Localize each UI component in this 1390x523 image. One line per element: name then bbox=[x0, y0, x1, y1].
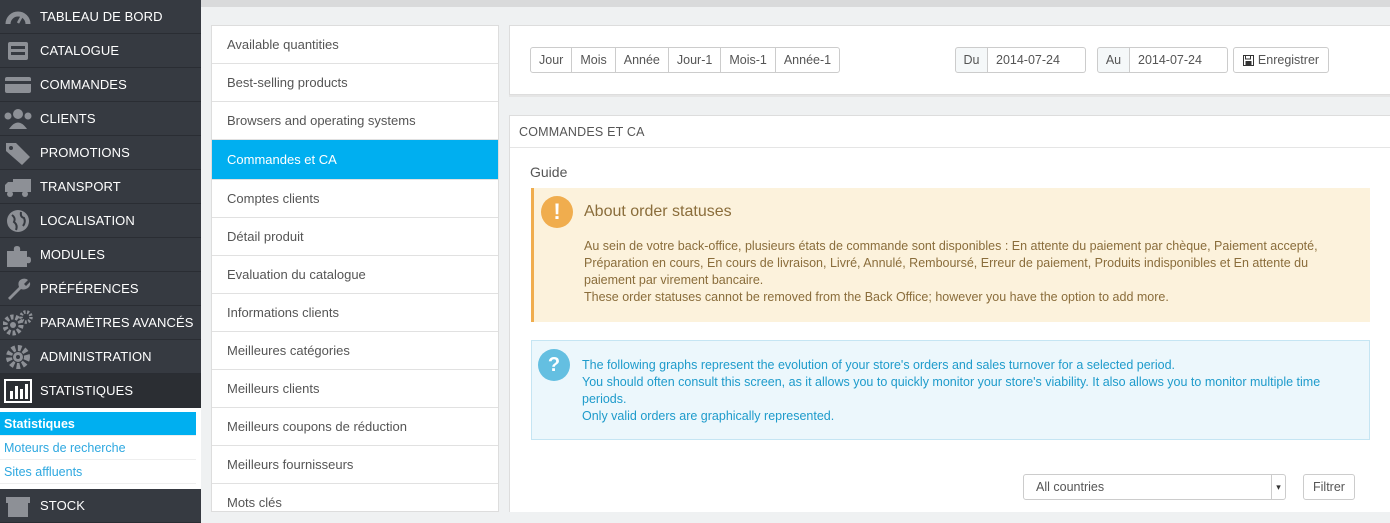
sidebar: TABLEAU DE BORD CATALOGUE COMMANDES CLIE… bbox=[0, 0, 201, 523]
nav-item-promotions[interactable]: PROMOTIONS bbox=[0, 136, 201, 170]
nav-label: TABLEAU DE BORD bbox=[40, 9, 163, 24]
date-from-input[interactable]: 2014-07-24 bbox=[988, 47, 1086, 73]
info-alert: ? The following graphs represent the evo… bbox=[531, 340, 1370, 440]
stats-item[interactable]: Meilleures catégories bbox=[212, 332, 498, 370]
stats-item-active[interactable]: Commandes et CA bbox=[212, 140, 498, 180]
stats-item[interactable]: Meilleurs clients bbox=[212, 370, 498, 408]
warning-alert: ! About order statuses Au sein de votre … bbox=[531, 188, 1370, 322]
save-label: Enregistrer bbox=[1257, 53, 1320, 67]
floppy-disk-icon bbox=[1242, 54, 1254, 66]
stats-item[interactable]: Mots clés bbox=[212, 484, 498, 511]
truck-icon bbox=[2, 173, 34, 201]
date-from-group: Du 2014-07-24 bbox=[955, 47, 1086, 73]
stats-item[interactable]: Comptes clients bbox=[212, 180, 498, 218]
nav-item-catalogue[interactable]: CATALOGUE bbox=[0, 34, 201, 68]
nav-label: CLIENTS bbox=[40, 111, 96, 126]
warning-text-1: Au sein de votre back-office, plusieurs … bbox=[584, 239, 1318, 287]
dashboard-icon bbox=[2, 3, 34, 31]
nav-label: STOCK bbox=[40, 498, 86, 513]
date-from-label: Du bbox=[955, 47, 988, 73]
nav-item-administration[interactable]: ADMINISTRATION bbox=[0, 340, 201, 374]
nav-label: PRÉFÉRENCES bbox=[40, 281, 139, 296]
puzzle-icon bbox=[2, 241, 34, 269]
submenu-item-statistiques[interactable]: Statistiques bbox=[0, 412, 196, 436]
nav-item-parametres-avances[interactable]: PARAMÈTRES AVANCÉS bbox=[0, 306, 201, 340]
panel-heading: COMMANDES ET CA bbox=[510, 116, 1390, 148]
save-button[interactable]: Enregistrer bbox=[1233, 47, 1329, 73]
question-icon: ? bbox=[538, 349, 570, 381]
period-button-mois[interactable]: Mois bbox=[571, 47, 616, 73]
period-button-mois-1[interactable]: Mois-1 bbox=[720, 47, 776, 73]
statistiques-submenu: Statistiques Moteurs de recherche Sites … bbox=[0, 408, 201, 489]
stats-item[interactable]: Meilleurs coupons de réduction bbox=[212, 408, 498, 446]
submenu-item-sites-affluents[interactable]: Sites affluents bbox=[0, 460, 196, 484]
stats-item[interactable]: Meilleurs fournisseurs bbox=[212, 446, 498, 484]
stats-item[interactable]: Informations clients bbox=[212, 294, 498, 332]
bar-chart-icon bbox=[2, 377, 34, 405]
info-text: The following graphs represent the evolu… bbox=[582, 357, 1342, 425]
wrench-icon bbox=[2, 275, 34, 303]
info-text-2: You should often consult this screen, as… bbox=[582, 375, 1321, 406]
filter-button[interactable]: Filtrer bbox=[1303, 474, 1355, 500]
nav-item-preferences[interactable]: PRÉFÉRENCES bbox=[0, 272, 201, 306]
nav-label: MODULES bbox=[40, 247, 105, 262]
box-icon bbox=[2, 492, 34, 520]
nav-item-stock[interactable]: STOCK bbox=[0, 489, 201, 523]
country-select[interactable]: All countries ▾ bbox=[1023, 474, 1286, 500]
nav-label: CATALOGUE bbox=[40, 43, 120, 58]
date-to-label: Au bbox=[1097, 47, 1130, 73]
nav-label: PARAMÈTRES AVANCÉS bbox=[40, 315, 194, 330]
cog-icon bbox=[2, 343, 34, 371]
top-bar bbox=[201, 0, 1390, 7]
date-range-panel: Jour Mois Année Jour-1 Mois-1 Année-1 Du… bbox=[509, 25, 1390, 95]
nav-item-transport[interactable]: TRANSPORT bbox=[0, 170, 201, 204]
info-text-1: The following graphs represent the evolu… bbox=[582, 358, 1175, 372]
credit-card-icon bbox=[2, 71, 34, 99]
nav-item-localisation[interactable]: LOCALISATION bbox=[0, 204, 201, 238]
stats-item[interactable]: Best-selling products bbox=[212, 64, 498, 102]
nav-label: COMMANDES bbox=[40, 77, 127, 92]
period-button-annee-1[interactable]: Année-1 bbox=[774, 47, 841, 73]
info-text-3: Only valid orders are graphically repres… bbox=[582, 409, 835, 423]
date-to-input[interactable]: 2014-07-24 bbox=[1130, 47, 1228, 73]
date-to-group: Au 2014-07-24 bbox=[1097, 47, 1228, 73]
stats-item[interactable]: Détail produit bbox=[212, 218, 498, 256]
orders-panel: COMMANDES ET CA Guide ! About order stat… bbox=[509, 115, 1390, 512]
nav-label: LOCALISATION bbox=[40, 213, 135, 228]
nav-label: PROMOTIONS bbox=[40, 145, 130, 160]
stats-item[interactable]: Browsers and operating systems bbox=[212, 102, 498, 140]
select-arrows-icon: ▾ bbox=[1271, 475, 1285, 499]
period-button-jour-1[interactable]: Jour-1 bbox=[667, 47, 722, 73]
cogs-icon bbox=[2, 309, 34, 337]
users-icon bbox=[2, 105, 34, 133]
exclamation-icon: ! bbox=[541, 196, 573, 228]
stats-item[interactable]: Available quantities bbox=[212, 26, 498, 64]
nav-item-modules[interactable]: MODULES bbox=[0, 238, 201, 272]
nav-item-clients[interactable]: CLIENTS bbox=[0, 102, 201, 136]
nav-item-statistiques[interactable]: STATISTIQUES bbox=[0, 374, 201, 408]
period-button-group: Jour Mois Année Jour-1 Mois-1 Année-1 bbox=[530, 47, 841, 73]
nav-label: STATISTIQUES bbox=[40, 383, 134, 398]
warning-text: Au sein de votre back-office, plusieurs … bbox=[584, 238, 1344, 306]
period-button-annee[interactable]: Année bbox=[614, 47, 669, 73]
warning-title: About order statuses bbox=[584, 203, 732, 220]
country-select-value: All countries bbox=[1036, 480, 1105, 494]
nav-item-tableau-de-bord[interactable]: TABLEAU DE BORD bbox=[0, 0, 201, 34]
period-button-jour[interactable]: Jour bbox=[530, 47, 573, 73]
nav-item-commandes[interactable]: COMMANDES bbox=[0, 68, 201, 102]
stats-item[interactable]: Evaluation du catalogue bbox=[212, 256, 498, 294]
globe-icon bbox=[2, 207, 34, 235]
stats-module-list: Available quantities Best-selling produc… bbox=[211, 25, 499, 512]
nav-label: TRANSPORT bbox=[40, 179, 121, 194]
nav-label: ADMINISTRATION bbox=[40, 349, 152, 364]
book-icon bbox=[2, 37, 34, 65]
warning-text-2: These order statuses cannot be removed f… bbox=[584, 290, 1169, 304]
guide-heading: Guide bbox=[530, 164, 568, 180]
tags-icon bbox=[2, 139, 34, 167]
submenu-item-moteurs-de-recherche[interactable]: Moteurs de recherche bbox=[0, 436, 196, 460]
